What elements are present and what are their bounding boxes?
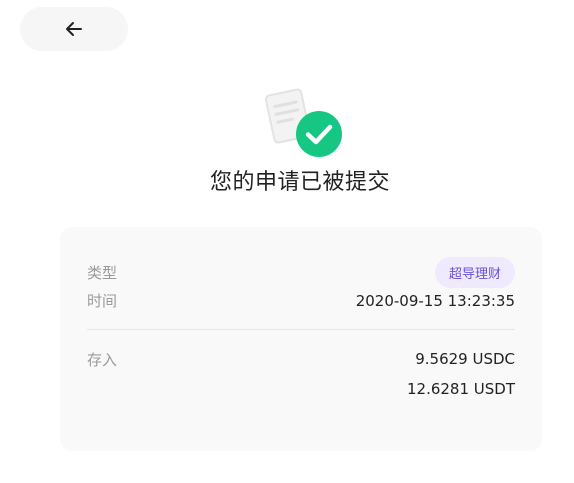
deposit-label: 存入 — [87, 351, 118, 369]
time-value: 2020-09-15 13:23:35 — [355, 291, 515, 310]
back-button[interactable] — [20, 7, 128, 51]
amount-usdc: 9.5629 USDC — [415, 350, 515, 368]
amount-usdt: 12.6281 USDT — [406, 380, 515, 398]
time-label: 时间 — [87, 292, 118, 310]
details-card: 类型 超导理财 时间 2020-09-15 13:23:35 存入 9.5629… — [60, 227, 542, 451]
page-title: 您的申请已被提交 — [209, 170, 390, 195]
type-badge: 超导理财 — [434, 257, 515, 288]
time-row: 时间 2020-09-15 13:23:35 — [87, 290, 515, 311]
submission-success-page: 您的申请已被提交 类型 超导理财 时间 2020-09-15 13:23:35 … — [0, 0, 574, 483]
arrow-left-icon — [64, 19, 84, 39]
check-circle-icon — [295, 110, 343, 158]
divider — [87, 329, 515, 330]
type-label: 类型 — [87, 264, 118, 282]
deposit-amounts: 9.5629 USDC 12.6281 USDT — [407, 347, 515, 407]
type-row: 类型 超导理财 — [87, 257, 515, 288]
success-hero: 您的申请已被提交 — [0, 80, 574, 200]
